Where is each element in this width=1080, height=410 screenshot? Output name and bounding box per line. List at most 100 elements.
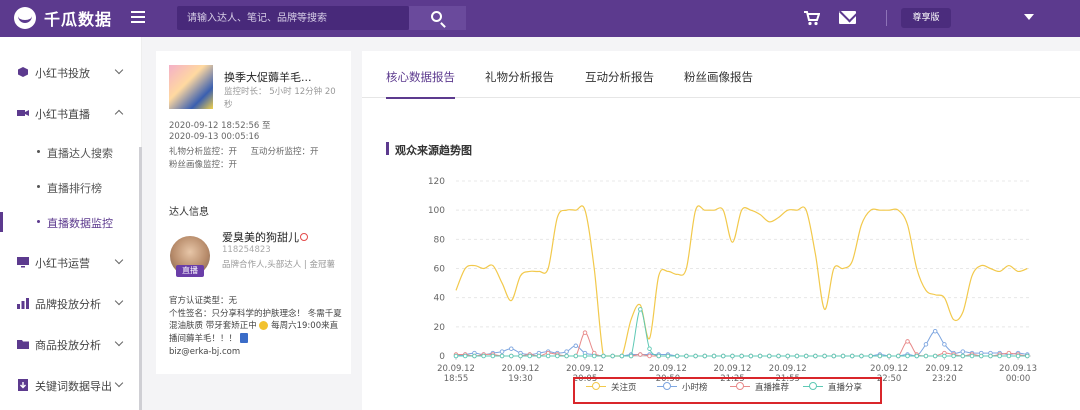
series-point-2 — [647, 353, 652, 359]
series-point-3 — [877, 353, 883, 359]
series-point-3 — [1015, 353, 1021, 359]
series-point-3 — [628, 353, 634, 359]
series-point-1 — [942, 342, 947, 347]
series-point-3 — [490, 353, 496, 359]
series-point-3 — [748, 353, 754, 359]
series-point-1 — [509, 346, 514, 351]
series-point-3 — [1006, 353, 1012, 359]
series-point-3 — [840, 353, 846, 359]
series-point-3 — [499, 353, 505, 359]
y-tick-label: 80 — [434, 235, 446, 245]
x-tick-date: 20.09.12 — [714, 364, 752, 374]
series-point-3 — [794, 353, 800, 359]
series-point-3 — [674, 353, 680, 359]
series-point-3 — [923, 353, 929, 359]
series-point-3 — [785, 353, 790, 359]
series-point-1 — [960, 349, 966, 354]
legend-label: 直播分享 — [828, 383, 863, 393]
series-point-3 — [739, 353, 744, 359]
series-point-3 — [610, 353, 615, 359]
legend-label: 关注页 — [611, 383, 637, 393]
series-point-3 — [702, 353, 708, 359]
series-point-2 — [638, 352, 643, 357]
series-point-1 — [573, 343, 579, 349]
series-point-3 — [905, 353, 910, 359]
series-point-3 — [813, 353, 818, 359]
series-point-1 — [932, 328, 938, 334]
series-point-3 — [932, 353, 938, 359]
series-point-3 — [647, 346, 652, 351]
series-point-3 — [886, 353, 892, 359]
series-point-3 — [619, 353, 625, 359]
series-point-3 — [582, 353, 588, 359]
series-point-3 — [1025, 353, 1030, 359]
y-tick-label: 120 — [428, 177, 445, 187]
x-tick-date: 20.09.12 — [437, 364, 475, 374]
series-point-1 — [499, 349, 505, 354]
x-tick-date: 20.09.12 — [649, 364, 687, 374]
series-line-1 — [455, 330, 1028, 357]
series-point-3 — [684, 353, 689, 359]
series-point-3 — [472, 353, 477, 359]
legend-swatch-dot — [736, 382, 744, 390]
legend-swatch-dot — [809, 382, 817, 390]
series-point-3 — [951, 353, 956, 359]
series-point-3 — [711, 353, 717, 359]
legend-label: 直播推荐 — [755, 383, 790, 393]
series-line-0 — [455, 205, 1028, 357]
y-tick-label: 100 — [428, 206, 445, 216]
series-point-3 — [969, 353, 975, 359]
series-point-3 — [978, 353, 984, 359]
series-point-2 — [905, 339, 910, 344]
audience-source-line-chart: 020406080100120 20.09.1218:5520.09.1219:… — [428, 177, 1037, 384]
x-tick-date: 20.09.13 — [999, 364, 1037, 374]
series-point-3 — [997, 353, 1002, 359]
series-point-3 — [564, 353, 569, 359]
series-point-3 — [960, 353, 966, 359]
x-tick-time: 19:30 — [508, 374, 533, 384]
series-point-3 — [859, 353, 864, 359]
series-point-3 — [720, 353, 726, 359]
series-point-3 — [914, 353, 919, 359]
legend-swatch-dot — [663, 382, 671, 390]
series-point-3 — [849, 353, 855, 359]
series-point-3 — [509, 353, 514, 359]
y-tick-label: 60 — [434, 265, 446, 275]
series-point-3 — [545, 353, 551, 359]
series-point-3 — [656, 353, 661, 359]
series-point-3 — [776, 353, 781, 359]
series-point-3 — [896, 353, 901, 359]
series-point-3 — [638, 307, 643, 312]
series-point-3 — [868, 353, 873, 359]
x-tick-time: 18:55 — [444, 374, 469, 384]
x-tick-time: 23:20 — [932, 374, 957, 384]
y-tick-label: 40 — [434, 294, 446, 304]
series-point-3 — [481, 353, 486, 359]
series-point-3 — [988, 353, 993, 359]
series-point-3 — [591, 353, 597, 359]
series-point-3 — [730, 353, 735, 359]
series-point-3 — [453, 353, 459, 359]
series-point-2 — [582, 330, 588, 335]
x-tick-date: 20.09.12 — [870, 364, 908, 374]
series-point-3 — [942, 353, 947, 359]
series-point-3 — [767, 353, 772, 359]
x-tick-date: 20.09.12 — [925, 364, 963, 374]
legend-label: 小时榜 — [682, 383, 708, 393]
y-tick-label: 0 — [439, 352, 445, 362]
series-point-3 — [462, 353, 468, 359]
series-point-3 — [601, 353, 606, 359]
series-point-3 — [536, 353, 542, 359]
series-point-3 — [757, 353, 763, 359]
x-tick-date: 20.09.12 — [769, 364, 807, 374]
series-point-3 — [527, 353, 532, 359]
legend-swatch-dot — [592, 382, 600, 390]
series-point-3 — [665, 353, 671, 359]
series-point-3 — [803, 353, 809, 359]
series-point-3 — [555, 353, 560, 359]
x-tick-date: 20.09.12 — [566, 364, 604, 374]
x-tick-time: 00:00 — [1006, 374, 1031, 384]
series-point-3 — [573, 353, 579, 359]
series-line-3 — [456, 308, 1028, 357]
series-point-1 — [923, 342, 929, 347]
